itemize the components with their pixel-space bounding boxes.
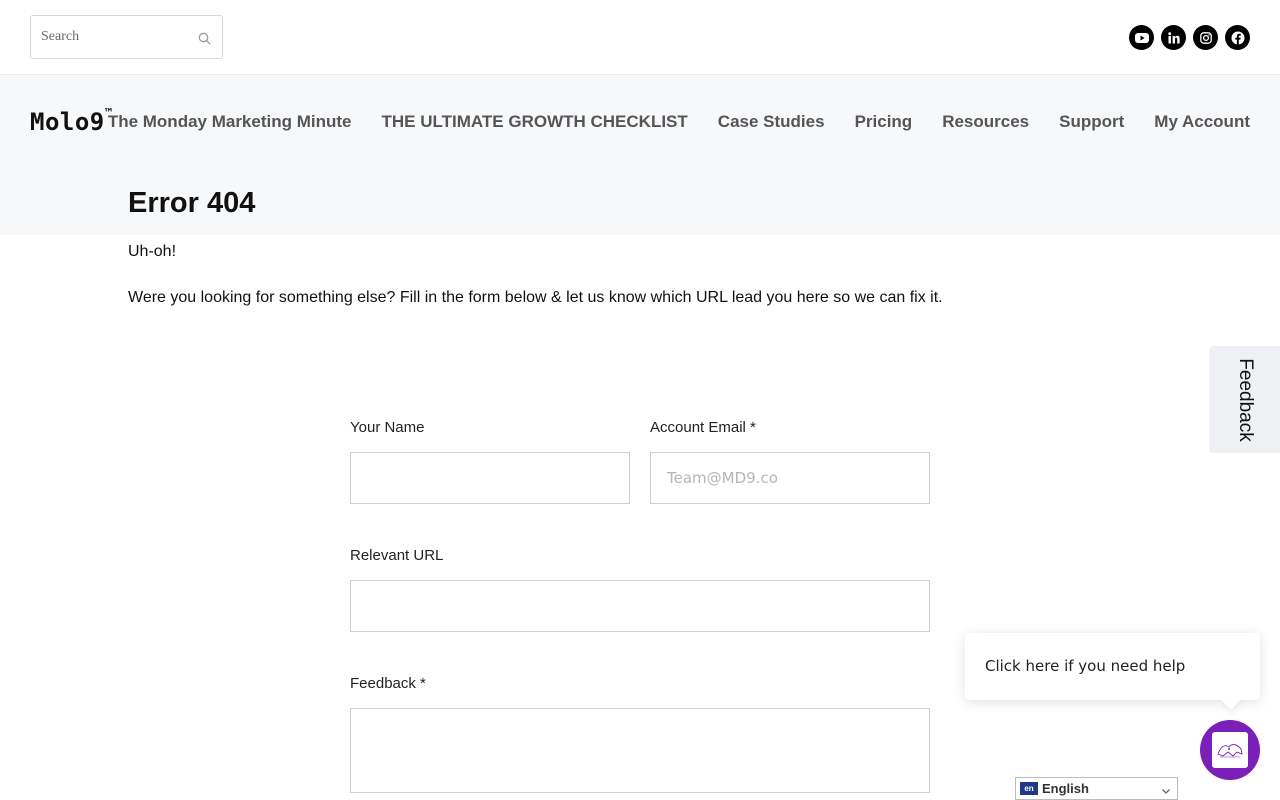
language-selector[interactable]: en English bbox=[1015, 777, 1178, 800]
nav-item-resources[interactable]: Resources bbox=[942, 112, 1029, 132]
flag-en-icon: en bbox=[1020, 782, 1038, 795]
nav-item-support[interactable]: Support bbox=[1059, 112, 1124, 132]
chevron-down-icon bbox=[1161, 783, 1171, 800]
url-field[interactable] bbox=[350, 580, 930, 632]
nav-item-pricing[interactable]: Pricing bbox=[855, 112, 913, 132]
search-input[interactable] bbox=[41, 26, 191, 48]
site-logo[interactable]: Molo9™ bbox=[30, 106, 112, 136]
help-bubble-text: Click here if you need help bbox=[985, 657, 1186, 675]
nav-item-my-account[interactable]: My Account bbox=[1154, 112, 1250, 132]
feedback-tab-label: Feedback bbox=[1234, 357, 1256, 442]
nav-item-case-studies[interactable]: Case Studies bbox=[718, 112, 825, 132]
language-code: en bbox=[1024, 784, 1034, 793]
social-links bbox=[1129, 25, 1250, 50]
page-title: Error 404 bbox=[128, 187, 256, 219]
feedback-side-tab[interactable]: Feedback bbox=[1209, 346, 1280, 453]
nav-item-monday-marketing-minute[interactable]: The Monday Marketing Minute bbox=[108, 112, 352, 132]
feedback-field[interactable] bbox=[350, 708, 930, 793]
email-label: Account Email * bbox=[650, 419, 756, 436]
name-field[interactable] bbox=[350, 452, 630, 504]
main-nav: The Monday Marketing Minute THE ULTIMATE… bbox=[108, 112, 1250, 132]
chat-logo-icon bbox=[1212, 732, 1248, 768]
search-box bbox=[30, 15, 223, 59]
help-bubble[interactable]: Click here if you need help bbox=[965, 633, 1260, 700]
logo-text: Molo9 bbox=[30, 108, 105, 136]
feedback-label: Feedback * bbox=[350, 675, 426, 692]
url-label: Relevant URL bbox=[350, 547, 444, 564]
search-icon[interactable] bbox=[194, 28, 214, 48]
email-field[interactable] bbox=[650, 452, 930, 504]
intro-heading: Uh-oh! bbox=[128, 243, 177, 260]
language-label: English bbox=[1042, 781, 1089, 796]
nav-item-growth-checklist[interactable]: THE ULTIMATE GROWTH CHECKLIST bbox=[382, 112, 688, 132]
name-label: Your Name bbox=[350, 419, 425, 436]
linkedin-icon[interactable] bbox=[1161, 25, 1186, 50]
facebook-icon[interactable] bbox=[1225, 25, 1250, 50]
chat-launcher-button[interactable] bbox=[1200, 720, 1260, 780]
youtube-icon[interactable] bbox=[1129, 25, 1154, 50]
intro-text: Were you looking for something else? Fil… bbox=[128, 289, 943, 306]
site-header: Molo9™ The Monday Marketing Minute THE U… bbox=[0, 75, 1280, 235]
top-bar bbox=[0, 0, 1280, 75]
instagram-icon[interactable] bbox=[1193, 25, 1218, 50]
